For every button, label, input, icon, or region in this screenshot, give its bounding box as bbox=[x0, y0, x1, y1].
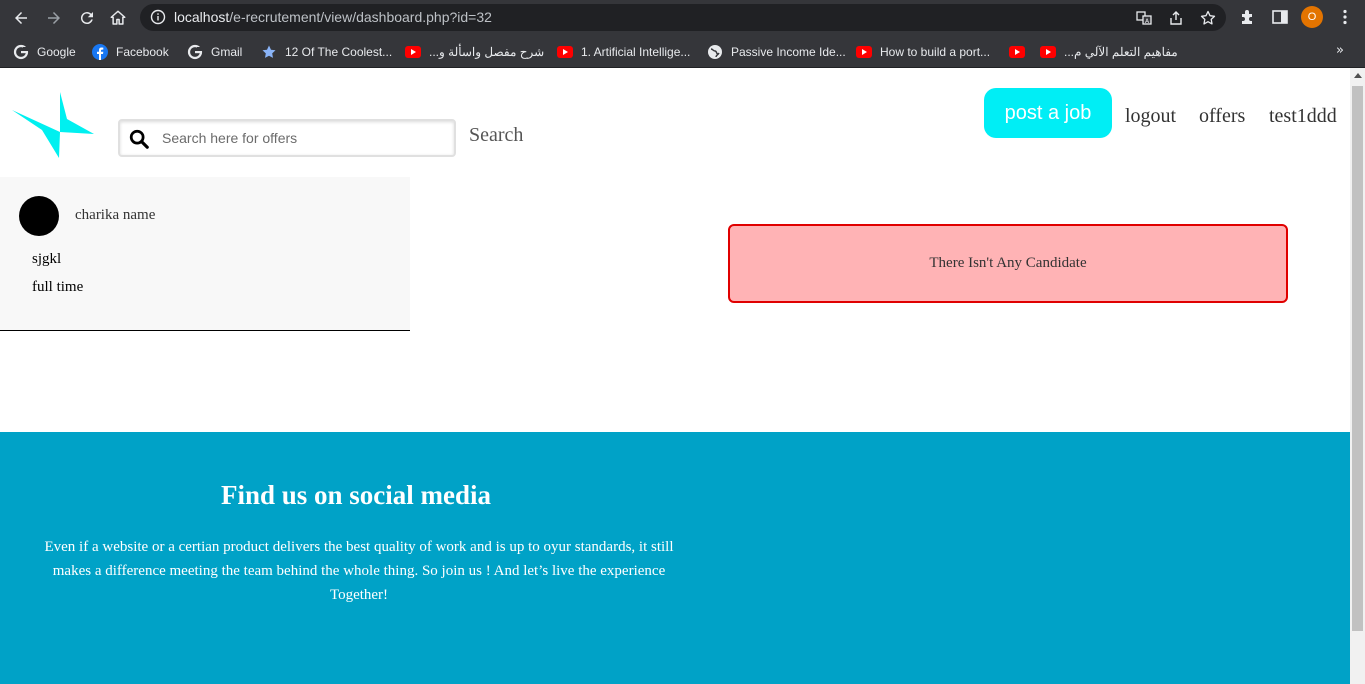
translate-icon[interactable]: A bbox=[1135, 9, 1153, 27]
browser-toolbar: localhost/e-recrutement/view/dashboard.p… bbox=[0, 0, 1365, 35]
menu-kebab-icon[interactable] bbox=[1334, 6, 1356, 28]
bookmarks-bar: Google Facebook Gmail 12 Of The Coolest.… bbox=[0, 35, 1365, 68]
youtube-icon bbox=[405, 44, 421, 60]
post-job-button[interactable]: post a job bbox=[984, 88, 1112, 138]
bookmark-label: مفاهيم التعلم الآلي م... bbox=[1064, 45, 1178, 59]
site-logo[interactable] bbox=[12, 92, 94, 158]
bookmark-label: How to build a port... bbox=[880, 45, 991, 59]
bookmark-label: Google bbox=[37, 45, 76, 59]
url-host: localhost bbox=[174, 9, 230, 25]
footer-title: Find us on social media bbox=[220, 480, 492, 510]
avatar bbox=[19, 196, 59, 236]
bookmark-youtube[interactable] bbox=[1009, 43, 1033, 61]
arrow-left-icon bbox=[15, 12, 27, 24]
reload-button[interactable] bbox=[75, 6, 99, 30]
offer-type: full time bbox=[32, 279, 84, 295]
bookmark-coolest[interactable]: 12 Of The Coolest... bbox=[261, 43, 392, 61]
profile-avatar[interactable]: O bbox=[1301, 6, 1323, 28]
bookmark-google[interactable]: Google bbox=[13, 43, 76, 61]
footer-text: Even if a website or a certian product d… bbox=[44, 539, 674, 603]
bookmark-ai[interactable]: 1. Artificial Intellige... bbox=[557, 43, 690, 61]
url-path: /e-recrutement/view/dashboard.php?id=32 bbox=[229, 9, 492, 25]
home-button[interactable] bbox=[106, 6, 130, 30]
bookmark-facebook[interactable]: Facebook bbox=[92, 43, 169, 61]
no-candidate-alert: There Isn't Any Candidate bbox=[728, 224, 1288, 303]
bookmark-star-icon[interactable] bbox=[1199, 9, 1217, 27]
home-icon bbox=[110, 10, 126, 25]
back-button[interactable] bbox=[9, 6, 33, 30]
search-button[interactable]: Search bbox=[469, 124, 523, 147]
youtube-icon bbox=[1009, 44, 1025, 60]
reload-icon bbox=[80, 12, 93, 25]
side-panel-icon[interactable] bbox=[1269, 6, 1291, 28]
share-icon[interactable] bbox=[1167, 9, 1185, 27]
bookmark-label: 12 Of The Coolest... bbox=[285, 45, 393, 59]
bookmark-gmail[interactable]: Gmail bbox=[187, 43, 242, 61]
footer: Find us on social media Even if a websit… bbox=[0, 432, 1350, 684]
globe-icon bbox=[707, 44, 723, 60]
bookmark-arabic-1[interactable]: شرح مفصل واسألة و... bbox=[405, 43, 544, 61]
google-icon bbox=[13, 44, 29, 60]
bookmark-label: شرح مفصل واسألة و... bbox=[429, 45, 545, 59]
alert-message: There Isn't Any Candidate bbox=[929, 255, 1087, 271]
page-content: Search post a job logout offers test1ddd… bbox=[0, 68, 1350, 684]
offer-title: sjgkl bbox=[32, 251, 62, 267]
extensions-icon[interactable] bbox=[1237, 6, 1259, 28]
url-text[interactable]: localhost/e-recrutement/view/dashboard.p… bbox=[174, 9, 492, 25]
youtube-icon bbox=[1040, 44, 1056, 60]
offer-card[interactable]: charika name sjgkl full time bbox=[0, 177, 410, 331]
forward-button[interactable] bbox=[42, 6, 66, 30]
bookmark-label: Gmail bbox=[211, 45, 243, 59]
google-icon bbox=[187, 44, 203, 60]
bookmark-arabic-2[interactable]: مفاهيم التعلم الآلي م... bbox=[1040, 43, 1178, 61]
bookmark-passive-income[interactable]: Passive Income Ide... bbox=[707, 43, 846, 61]
nav-logout[interactable]: logout bbox=[1125, 105, 1176, 128]
facebook-icon bbox=[92, 44, 108, 60]
nav-offers[interactable]: offers bbox=[1199, 105, 1245, 128]
bookmark-portfolio[interactable]: How to build a port... bbox=[856, 43, 990, 61]
scroll-thumb[interactable] bbox=[1352, 86, 1363, 631]
nav-user[interactable]: test1ddd bbox=[1269, 105, 1337, 128]
youtube-icon bbox=[557, 44, 573, 60]
arrow-right-icon bbox=[48, 12, 60, 24]
bookmark-label: Facebook bbox=[116, 45, 169, 59]
search-input[interactable] bbox=[162, 127, 442, 149]
bookmark-label: Passive Income Ide... bbox=[731, 45, 846, 59]
address-bar[interactable]: localhost/e-recrutement/view/dashboard.p… bbox=[140, 4, 1226, 31]
more-bookmarks-button[interactable]: » bbox=[1336, 43, 1344, 58]
bookmark-label: 1. Artificial Intellige... bbox=[581, 45, 691, 59]
search-bar bbox=[118, 119, 456, 157]
scrollbar[interactable] bbox=[1350, 68, 1365, 684]
star-icon bbox=[261, 44, 277, 60]
scroll-up-arrow-icon[interactable] bbox=[1354, 73, 1362, 78]
info-icon[interactable] bbox=[150, 9, 166, 25]
search-icon bbox=[129, 129, 149, 149]
youtube-icon bbox=[856, 44, 872, 60]
company-name: charika name bbox=[75, 207, 156, 223]
